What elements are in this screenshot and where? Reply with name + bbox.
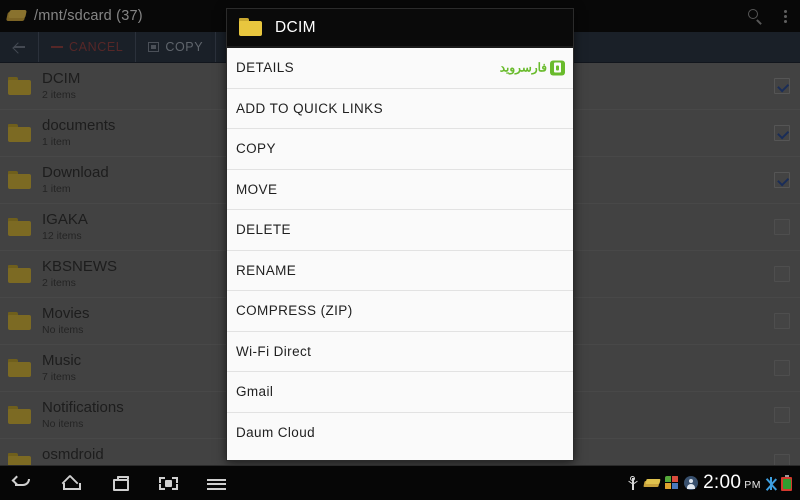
- dialog-menu-item-label: COPY: [236, 141, 276, 157]
- dialog-menu-item[interactable]: DELETE: [227, 210, 573, 251]
- file-row-checkbox[interactable]: [774, 219, 790, 235]
- farsroid-watermark: فارسروید: [499, 60, 565, 76]
- dialog-menu-item-label: COMPRESS (ZIP): [236, 303, 353, 319]
- dialog-menu-item[interactable]: Wi-Fi Direct: [227, 332, 573, 372]
- watermark-text: فارسروید: [499, 60, 548, 75]
- dialog-menu-item-label: DELETE: [236, 222, 291, 238]
- folder-icon: [8, 76, 32, 96]
- dialog-header: DCIM: [227, 9, 573, 48]
- copy-button[interactable]: COPY: [136, 32, 217, 62]
- dialog-menu-item-label: Wi-Fi Direct: [236, 343, 312, 359]
- dialog-menu-item[interactable]: MOVE: [227, 170, 573, 210]
- battery-icon: [781, 475, 792, 491]
- usb-icon: [627, 475, 639, 491]
- copy-icon: [148, 42, 160, 52]
- back-button[interactable]: [0, 32, 39, 62]
- back-icon[interactable]: [0, 466, 48, 500]
- context-menu-dialog: DCIM DETAILS فارسروید ADD TO QUICK LINKS CO…: [226, 8, 574, 461]
- folder-icon: [8, 264, 32, 284]
- file-row-checkbox[interactable]: [774, 407, 790, 423]
- clock-time: 2:00: [703, 472, 742, 493]
- clock-ampm: PM: [744, 479, 761, 491]
- dialog-menu-item[interactable]: COPY: [227, 129, 573, 170]
- file-row-checkbox[interactable]: [774, 313, 790, 329]
- current-path-label: /mnt/sdcard (37): [34, 8, 143, 24]
- sdcard-folder-icon: [6, 8, 28, 24]
- navigation-bar: 2:00 PM: [0, 465, 800, 500]
- home-icon[interactable]: [48, 466, 96, 500]
- dialog-menu-item-label: MOVE: [236, 181, 278, 197]
- folder-icon: [239, 18, 263, 37]
- bluetooth-icon: [765, 476, 777, 491]
- watermark-badge-icon: [550, 60, 565, 76]
- dialog-menu-item-label: RENAME: [236, 262, 297, 278]
- file-row-checkbox[interactable]: [774, 125, 790, 141]
- folder-icon: [8, 123, 32, 143]
- dialog-menu-item[interactable]: COMPRESS (ZIP): [227, 291, 573, 332]
- search-icon[interactable]: [740, 0, 770, 32]
- dialog-menu-item-label: ADD TO QUICK LINKS: [236, 100, 383, 116]
- dialog-menu-item[interactable]: Daum Cloud: [227, 413, 573, 454]
- dialog-menu-item[interactable]: Gmail: [227, 372, 573, 413]
- file-row-checkbox[interactable]: [774, 266, 790, 282]
- file-row-checkbox[interactable]: [774, 172, 790, 188]
- cancel-button[interactable]: CANCEL: [39, 32, 137, 62]
- folder-icon: [8, 311, 32, 331]
- dialog-menu-list[interactable]: DETAILS فارسروید ADD TO QUICK LINKS COPY MOV…: [227, 48, 573, 460]
- dialog-menu-item[interactable]: ADD TO QUICK LINKS: [227, 89, 573, 129]
- system-status-icons[interactable]: 2:00 PM: [627, 472, 800, 494]
- apps-icon: [665, 476, 679, 490]
- sdcard-icon: [643, 478, 661, 489]
- dialog-menu-item[interactable]: RENAME: [227, 251, 573, 291]
- account-icon: [684, 476, 699, 490]
- dialog-menu-item-label: Daum Cloud: [236, 425, 316, 441]
- file-row-checkbox[interactable]: [774, 360, 790, 376]
- menu-icon[interactable]: [192, 466, 240, 500]
- file-row-checkbox[interactable]: [774, 78, 790, 94]
- status-clock[interactable]: 2:00 PM: [703, 472, 761, 494]
- cancel-button-label: CANCEL: [69, 40, 124, 54]
- screenshot-icon[interactable]: [144, 466, 192, 500]
- folder-icon: [8, 358, 32, 378]
- more-vertical-icon[interactable]: [770, 0, 800, 32]
- dialog-menu-item[interactable]: DETAILS فارسروید: [227, 48, 573, 89]
- folder-icon: [8, 170, 32, 190]
- dialog-title: DCIM: [275, 18, 316, 36]
- android-screen: /mnt/sdcard (37) CANCEL COPY MOVE: [0, 0, 800, 500]
- back-arrow-icon: [12, 40, 26, 54]
- recents-icon[interactable]: [96, 466, 144, 500]
- minus-icon: [51, 46, 63, 48]
- dialog-menu-item-label: Gmail: [236, 384, 274, 400]
- copy-button-label: COPY: [165, 40, 204, 54]
- folder-icon: [8, 217, 32, 237]
- dialog-menu-item-label: DETAILS: [236, 60, 295, 76]
- folder-icon: [8, 405, 32, 425]
